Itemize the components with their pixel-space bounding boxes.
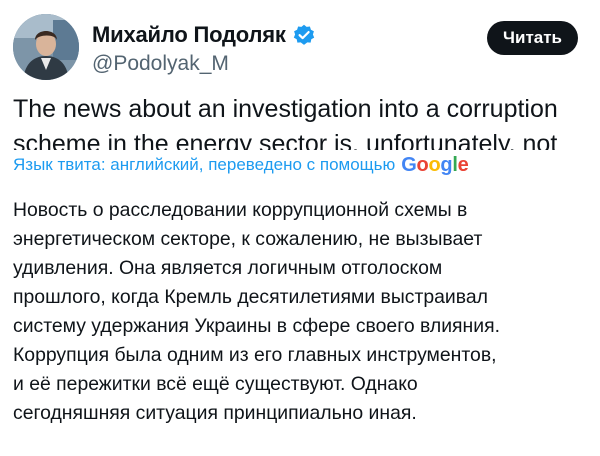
google-logo-letter: o: [428, 153, 441, 176]
read-button[interactable]: Читать: [487, 21, 578, 55]
google-logo-letter: e: [457, 153, 469, 176]
translated-line: Коррупция была одним из его главных инст…: [13, 344, 497, 366]
original-text: The news about an investigation into a c…: [13, 95, 558, 150]
google-logo-letter: G: [401, 153, 417, 176]
author-handle[interactable]: @Podolyak_M: [92, 52, 229, 76]
author-name-row: Михайло Подоляк: [92, 22, 315, 48]
translated-text: Новость о расследовании коррупционной сх…: [13, 196, 593, 428]
google-logo-letter: g: [440, 153, 453, 176]
author-name[interactable]: Михайло Подоляк: [92, 22, 286, 48]
translated-line: энергетическом секторе, к сожалению, не …: [13, 228, 483, 250]
translation-label[interactable]: Язык твита: английский, переведено с пом…: [13, 155, 395, 175]
translated-line: удивления. Она является логичным отголос…: [13, 257, 443, 279]
verified-badge-icon: [293, 24, 315, 46]
translated-line: систему удержания Украины в сфере своего…: [13, 315, 500, 337]
google-logo: Google: [401, 154, 468, 177]
original-tweet-text: The news about an investigation into a c…: [13, 92, 593, 150]
translated-line: и её пережитки всё ещё существуют. Однак…: [13, 373, 418, 395]
translation-attribution: Язык твита: английский, переведено с пом…: [0, 150, 600, 180]
translated-line: сегодняшняя ситуация принципиально иная.: [13, 402, 417, 424]
google-logo-letter: o: [416, 153, 429, 176]
avatar[interactable]: [13, 14, 79, 80]
translated-line: прошлого, когда Кремль десятилетиями выс…: [13, 286, 488, 308]
tweet-header: Михайло Подоляк @Podolyak_M Читать: [0, 0, 600, 90]
translated-line: Новость о расследовании коррупционной сх…: [13, 199, 468, 221]
